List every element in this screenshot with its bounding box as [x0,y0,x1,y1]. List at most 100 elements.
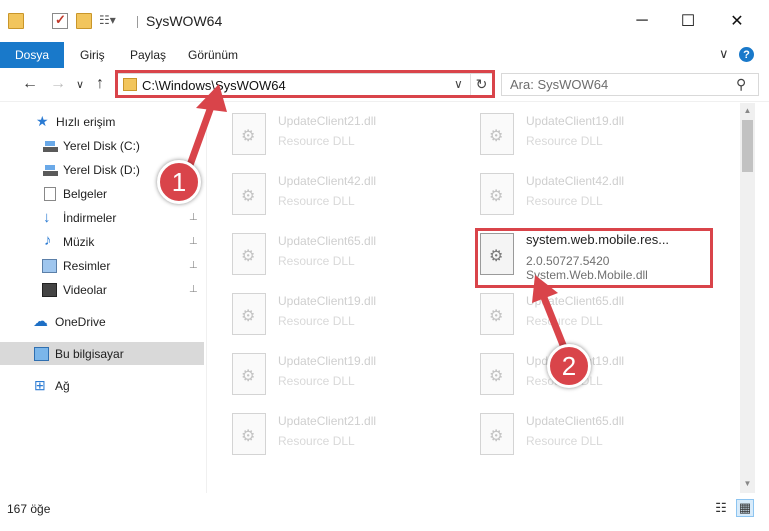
scroll-up-icon[interactable]: ▲ [740,103,755,118]
tab-home[interactable]: Giriş [80,48,105,62]
sidebar-item-label: OneDrive [55,314,106,329]
close-button[interactable]: ✕ [714,0,760,42]
scroll-thumb[interactable] [742,120,753,172]
star-icon: ★ [36,113,49,129]
sidebar-item-label: Hızlı erişim [56,114,116,129]
file-name: UpdateClient21.dll [278,114,377,128]
file-description: Resource DLL [526,134,603,148]
pin-icon[interactable]: ⊥ [189,260,198,271]
new-folder-icon[interactable] [76,13,92,29]
tab-view[interactable]: Görünüm [188,48,238,62]
dll-file-icon [232,113,266,155]
file-name: UpdateClient65.dll [526,414,625,428]
file-item[interactable]: UpdateClient21.dll Resource DLL [232,409,452,461]
dll-file-icon [232,353,266,395]
pin-icon[interactable]: ⊥ [189,284,198,295]
address-bar-highlight [115,70,495,98]
tab-share[interactable]: Paylaş [130,48,166,62]
file-item[interactable]: UpdateClient19.dll Resource DLL [232,289,452,341]
sidebar-item-label: Belgeler [63,186,108,201]
file-item[interactable]: UpdateClient19.dll Resource DLL [232,349,452,401]
file-name: UpdateClient19.dll [526,114,625,128]
title-separator [137,16,138,28]
file-item[interactable]: UpdateClient65.dll Resource DLL [232,229,452,281]
file-description: Resource DLL [278,314,355,328]
pin-icon[interactable]: ⊥ [189,236,198,247]
ribbon-tabs: Dosya Giriş Paylaş Görünüm ∨ [0,42,769,68]
dll-file-icon [480,353,514,395]
large-icons-view-icon[interactable]: ▦ [736,499,754,517]
sidebar-item-local-disk-c[interactable]: Yerel Disk (C:) [0,134,204,157]
sidebar-item-pictures[interactable]: Resimler ⊥ [0,254,204,277]
details-view-icon[interactable]: ☷ [712,499,730,517]
sidebar-item-label: Yerel Disk (C:) [63,138,140,153]
file-item[interactable]: UpdateClient65.dll Resource DLL [480,409,700,461]
music-icon: ♪ [44,232,52,249]
vertical-scrollbar[interactable]: ▲ ▼ [740,103,755,493]
file-highlight [475,228,713,288]
ribbon-expand-icon[interactable]: ∨ [719,46,729,62]
file-name: UpdateClient21.dll [278,414,377,428]
search-box[interactable]: ⚲ [501,73,759,96]
file-description: Resource DLL [526,194,603,208]
file-item[interactable]: UpdateClient21.dll Resource DLL [232,109,452,161]
folder-icon[interactable] [8,13,24,29]
drive-icon [43,138,58,153]
sidebar-item-label: İndirmeler [63,210,117,225]
sidebar-item-label: Videolar [63,282,107,297]
file-description: Resource DLL [278,134,355,148]
up-button[interactable]: ↑ [96,75,104,93]
file-item[interactable]: UpdateClient42.dll Resource DLL [232,169,452,221]
file-description: Resource DLL [278,434,355,448]
file-item[interactable]: UpdateClient42.dll Resource DLL [480,169,700,221]
download-icon: ↓ [43,209,51,226]
computer-icon [34,346,49,361]
sidebar-item-label: Yerel Disk (D:) [63,162,140,177]
search-icon[interactable]: ⚲ [736,76,746,93]
sidebar-item-network[interactable]: ⊞ Ağ [0,374,204,397]
file-name: UpdateClient65.dll [278,234,377,248]
file-description: Resource DLL [526,434,603,448]
sidebar-item-label: Ağ [55,378,70,393]
dll-file-icon [480,113,514,155]
window-title: SysWOW64 [146,13,223,29]
forward-button[interactable]: → [50,75,66,93]
pin-icon[interactable]: ⊥ [189,212,198,223]
file-item[interactable]: UpdateClient19.dll Resource DLL [480,109,700,161]
file-name: UpdateClient42.dll [526,174,625,188]
scroll-down-icon[interactable]: ▼ [740,476,755,491]
cloud-icon: ☁ [33,313,48,330]
tab-file[interactable]: Dosya [0,42,64,68]
file-item[interactable]: UpdateClient65.dll Resource DLL [480,289,700,341]
recent-locations-button[interactable]: ∨ [76,78,84,91]
back-button[interactable]: ← [22,75,38,93]
dll-file-icon [480,173,514,215]
dll-file-icon [232,233,266,275]
sidebar-item-label: Resimler [63,258,111,273]
file-name: UpdateClient65.dll [526,294,625,308]
properties-icon[interactable] [52,12,68,29]
title-bar: ☷▾ SysWOW64 ─ ☐ ✕ [0,0,769,42]
file-description: Resource DLL [278,194,355,208]
sidebar-item-music[interactable]: ♪ Müzik ⊥ [0,230,204,253]
sidebar-item-this-pc[interactable]: Bu bilgisayar [0,342,204,365]
sidebar-item-downloads[interactable]: ↓ İndirmeler ⊥ [0,206,204,229]
file-item[interactable]: UpdateClient19.dll Resource DLL [480,349,700,401]
minimize-button[interactable]: ─ [619,0,665,42]
dll-file-icon [480,293,514,335]
picture-icon [42,258,57,273]
customize-toolbar-icon[interactable]: ☷▾ [99,13,116,29]
item-count: 167 öğe [7,502,51,516]
search-input[interactable] [502,74,728,95]
maximize-button[interactable]: ☐ [665,0,711,42]
document-icon [44,186,56,201]
file-list: UpdateClient21.dll Resource DLL UpdateCl… [207,103,740,493]
video-icon [42,282,57,297]
sidebar-item-label: Müzik [63,234,95,249]
sidebar-item-quick-access[interactable]: ★ Hızlı erişim [0,110,204,133]
file-description: Resource DLL [278,254,355,268]
dll-file-icon [232,173,266,215]
help-icon[interactable]: ? [739,47,754,62]
sidebar-item-onedrive[interactable]: ☁ OneDrive [0,310,204,333]
sidebar-item-videos[interactable]: Videolar ⊥ [0,278,204,301]
